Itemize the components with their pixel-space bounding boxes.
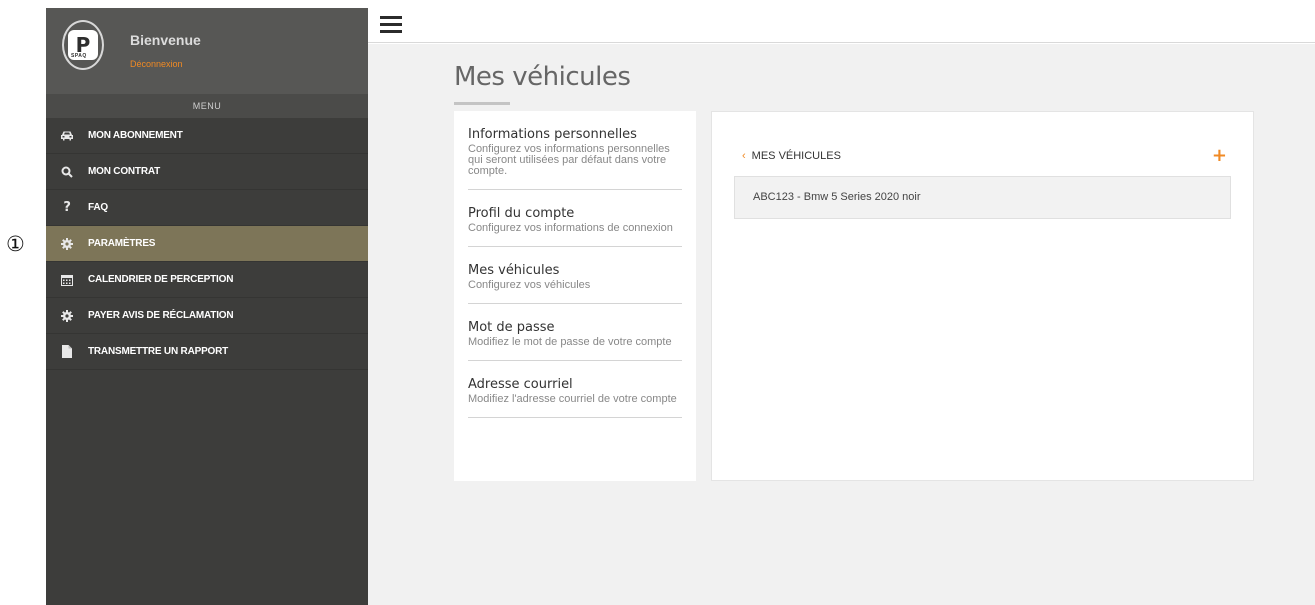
document-icon [46, 345, 88, 358]
add-vehicle-button[interactable]: + [1212, 145, 1227, 166]
settings-item-desc: Modifiez le mot de passe de votre compte [468, 336, 672, 348]
gear-icon [46, 309, 88, 322]
sidebar: P SPAQ Bienvenue Déconnexion MENU MON AB… [46, 8, 368, 605]
welcome-text: Bienvenue [130, 32, 201, 48]
menu-label: MENU [46, 94, 368, 118]
sidebar-item-transmettre-rapport[interactable]: TRANSMETTRE UN RAPPORT [46, 334, 368, 370]
gear-icon [46, 237, 88, 250]
search-icon [46, 166, 88, 178]
logo-text: SPAQ [71, 53, 87, 59]
sidebar-header: P SPAQ Bienvenue Déconnexion [46, 8, 368, 94]
vehicles-panel-title: MES VÉHICULES [751, 150, 841, 162]
page-title: Mes véhicules [454, 62, 631, 92]
main-content: Mes véhicules Informations personnelles … [368, 44, 1315, 605]
settings-item-desc: Configurez vos informations personnelles… [468, 143, 670, 177]
vehicle-list-item[interactable]: ABC123 - Bmw 5 Series 2020 noir [734, 176, 1231, 219]
settings-item-desc: Modifiez l'adresse courriel de votre com… [468, 393, 677, 405]
settings-item-desc: Configurez vos informations de connexion [468, 222, 673, 234]
chevron-left-icon: ‹ [742, 150, 746, 162]
settings-item-title: Mot de passe [468, 320, 555, 335]
sidebar-item-label: FAQ [88, 202, 108, 213]
sidebar-item-parametres[interactable]: PARAMÈTRES [46, 226, 368, 262]
settings-item-title: Mes véhicules [468, 263, 560, 278]
settings-item-title: Profil du compte [468, 206, 575, 221]
settings-item-title: Adresse courriel [468, 377, 573, 392]
hamburger-menu-icon[interactable] [380, 16, 402, 37]
settings-item-desc: Configurez vos véhicules [468, 279, 591, 291]
vehicles-panel-header[interactable]: ‹ MES VÉHICULES [742, 150, 841, 162]
screen: ① ② ③ ④ P SPAQ Bienvenue Déconnexion MEN… [0, 0, 1315, 605]
car-icon [46, 130, 88, 141]
sidebar-item-label: MON CONTRAT [88, 166, 161, 177]
title-underline [454, 102, 510, 105]
sidebar-item-label: PARAMÈTRES [88, 238, 156, 249]
top-bar [368, 8, 1315, 43]
logout-link[interactable]: Déconnexion [130, 59, 183, 69]
sidebar-item-label: TRANSMETTRE UN RAPPORT [88, 346, 229, 357]
vehicles-panel: ‹ MES VÉHICULES + ABC123 - Bmw 5 Series … [711, 111, 1254, 481]
settings-item-profil-du-compte[interactable]: Profil du compte Configurez vos informat… [468, 190, 682, 247]
sidebar-item-mon-abonnement[interactable]: MON ABONNEMENT [46, 118, 368, 154]
settings-item-title: Informations personnelles [468, 127, 637, 142]
settings-item-mot-de-passe[interactable]: Mot de passe Modifiez le mot de passe de… [468, 304, 682, 361]
sidebar-item-payer-avis[interactable]: PAYER AVIS DE RÉCLAMATION [46, 298, 368, 334]
annotation-marker-1: ① [6, 232, 25, 256]
sidebar-item-label: PAYER AVIS DE RÉCLAMATION [88, 310, 234, 321]
sidebar-item-mon-contrat[interactable]: MON CONTRAT [46, 154, 368, 190]
question-icon: ? [63, 200, 71, 215]
settings-menu: Informations personnelles Configurez vos… [454, 111, 696, 481]
sidebar-item-calendrier[interactable]: CALENDRIER DE PERCEPTION [46, 262, 368, 298]
settings-item-informations-personnelles[interactable]: Informations personnelles Configurez vos… [468, 111, 682, 190]
sidebar-item-label: CALENDRIER DE PERCEPTION [88, 274, 234, 285]
sidebar-item-label: MON ABONNEMENT [88, 130, 183, 141]
sidebar-item-faq[interactable]: ? FAQ [46, 190, 368, 226]
settings-item-mes-vehicules[interactable]: Mes véhicules Configurez vos véhicules [468, 247, 682, 304]
settings-item-adresse-courriel[interactable]: Adresse courriel Modifiez l'adresse cour… [468, 361, 682, 418]
spaq-logo: P SPAQ [62, 20, 104, 70]
calendar-icon [46, 274, 88, 286]
